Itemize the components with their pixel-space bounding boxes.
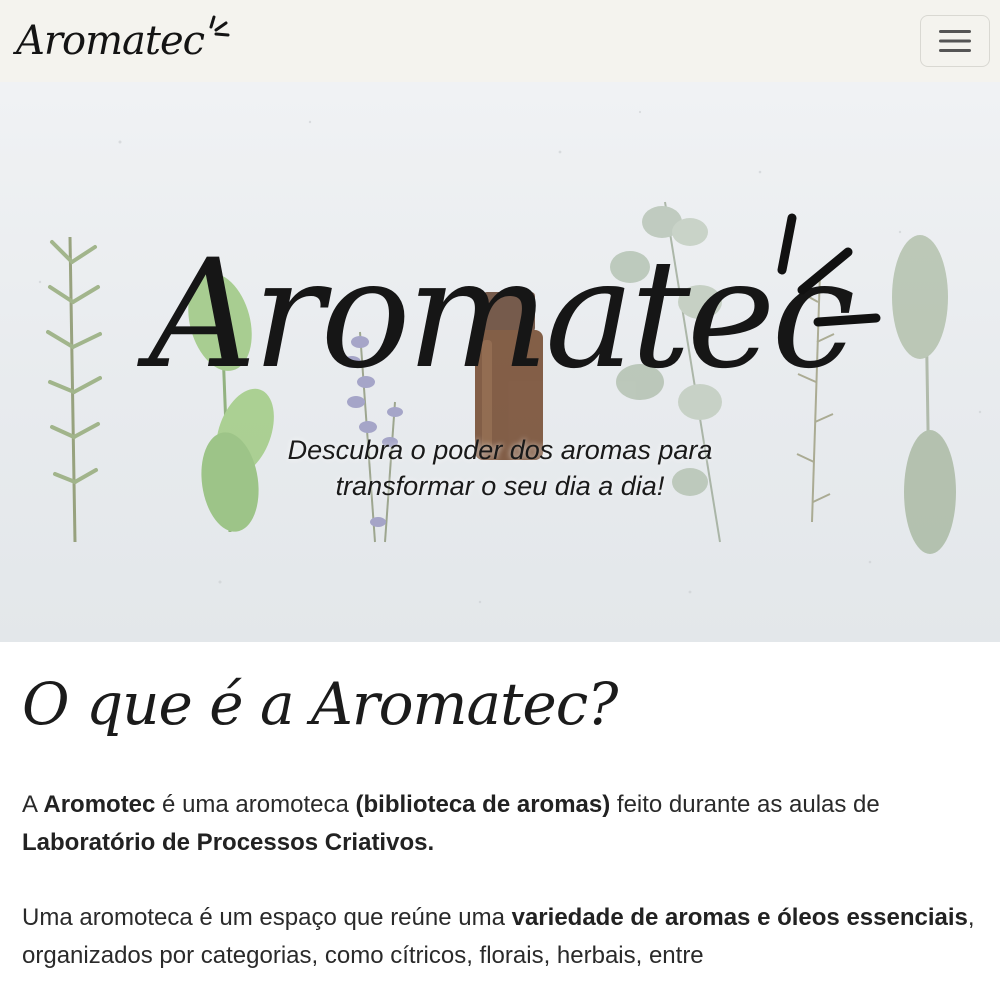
bold-text: Laboratório de Processos Criativos. bbox=[22, 829, 435, 857]
text-segment: A bbox=[22, 791, 44, 818]
about-paragraph-1: A Aromotec é uma aromoteca (biblioteca d… bbox=[22, 786, 978, 863]
hamburger-menu-icon bbox=[939, 30, 971, 52]
hero-subtitle: Descubra o poder dos aromas para transfo… bbox=[0, 432, 1000, 505]
hero-subtitle-line-1: Descubra o poder dos aromas para bbox=[287, 435, 713, 465]
hero-banner: Aromatec Descubra o poder dos aromas par… bbox=[0, 82, 1000, 642]
sparkle-icon bbox=[209, 15, 230, 37]
about-section: O que é a Aromatec? A Aromotec é uma aro… bbox=[0, 670, 1000, 976]
text-segment: Uma aromoteca é um espaço que reúne uma bbox=[22, 903, 512, 931]
hero-subtitle-line-2: transformar o seu dia a dia! bbox=[335, 471, 665, 502]
about-paragraph-2: Uma aromoteca é um espaço que reúne uma … bbox=[22, 899, 978, 976]
menu-toggle-button[interactable] bbox=[920, 15, 990, 67]
text-segment: feito durante as aulas de bbox=[610, 791, 880, 818]
section-title: O que é a Aromatec? bbox=[22, 670, 618, 738]
navbar: Aromatec bbox=[0, 0, 1000, 82]
bold-text: Aromotec bbox=[43, 791, 156, 818]
bold-text: variedade de aromas e óleos essenciais bbox=[511, 903, 968, 931]
brand-label: Aromatec bbox=[16, 18, 205, 64]
bold-text: (biblioteca de aromas) bbox=[355, 791, 611, 818]
brand-logo[interactable]: Aromatec bbox=[16, 15, 230, 64]
sparkle-icon bbox=[777, 213, 881, 327]
text-segment: é uma aromoteca bbox=[155, 791, 356, 818]
